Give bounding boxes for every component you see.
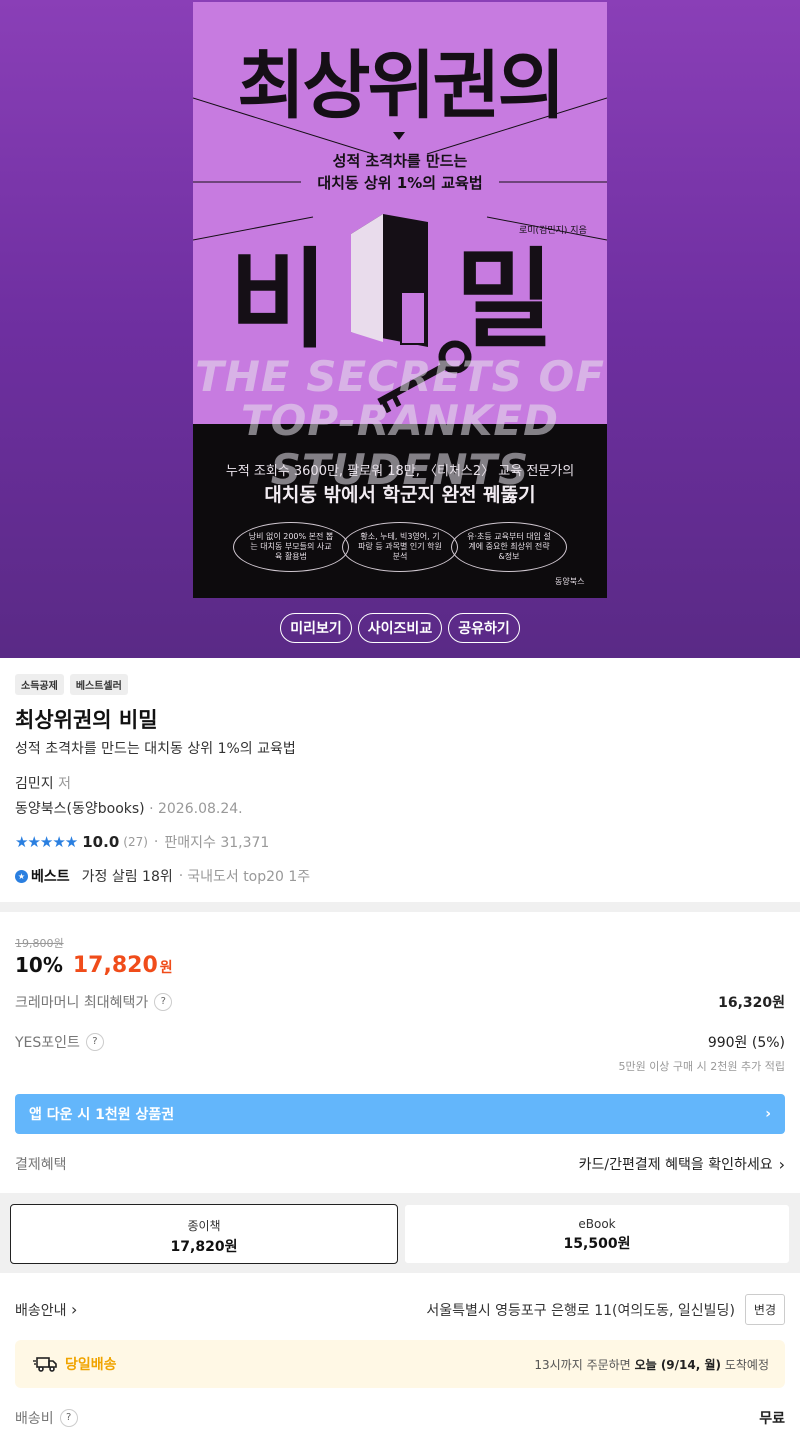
publisher-link[interactable]: 동양북스(동양books): [15, 801, 145, 817]
publish-date: 2026.08.24.: [157, 801, 243, 817]
app-coupon-banner[interactable]: 앱 다운 시 1천원 상품권 ›: [15, 1094, 785, 1134]
shipping-info-link[interactable]: 배송안내 ›: [15, 1300, 77, 1320]
author-role: 저: [58, 776, 71, 792]
review-count: (27): [123, 835, 148, 849]
shipping-address: 서울특별시 영등포구 은행로 11(여의도동, 일신빌딩): [426, 1302, 735, 1319]
hero-button-group: 미리보기 사이즈비교 공유하기: [0, 613, 800, 643]
cover-tagline1: 누적 조회수 3600만, 팔로워 18만, 〈티처스2〉 교육 전문가의: [225, 464, 575, 479]
bestseller-row[interactable]: ★ 베스트 가정 살림 18위 · 국내도서 top20 1주: [15, 866, 310, 886]
shipping-row: 배송안내 › 서울특별시 영등포구 은행로 11(여의도동, 일신빌딩) 변경: [15, 1294, 785, 1325]
cover-oval: 황소, 누테, 빅3영어, 기파랑 등 과목별 인기 학원 분석: [342, 522, 458, 572]
crema-benefit-row: 크레마머니 최대혜택가? 16,320원: [15, 992, 785, 1012]
crema-value: 16,320원: [718, 995, 785, 1011]
eta-suffix: 도착예정: [724, 1357, 769, 1372]
cover-subtitle: 성적 초격차를 만드는 대치동 상위 1%의 교육법: [193, 150, 607, 194]
yes-point-row: YES포인트? 990원 (5%): [15, 1032, 785, 1052]
discount-rate: 10%: [15, 953, 63, 977]
sale-price: 17,820: [72, 953, 158, 978]
cover-big-left: 비: [229, 237, 329, 363]
shipping-label: 배송안내: [15, 1302, 67, 1319]
shipping-fee-value: 무료: [759, 1411, 785, 1427]
payment-benefit-row: 결제혜택 카드/간편결제 혜택을 확인하세요 ›: [15, 1154, 785, 1174]
cover-triangle-icon: [393, 132, 405, 140]
format-option-paper[interactable]: 종이책 17,820원: [10, 1204, 398, 1264]
payment-benefit-link[interactable]: 카드/간편결제 혜택을 확인하세요 ›: [579, 1154, 785, 1174]
preview-button[interactable]: 미리보기: [280, 613, 352, 643]
help-icon[interactable]: ?: [59, 1409, 78, 1427]
original-price: 19,800원: [15, 937, 64, 950]
payment-label: 결제혜택: [15, 1157, 67, 1173]
cover-oval: 유·초등 교육부터 대입 설계에 중요한 최상위 전략&정보: [451, 522, 567, 572]
publisher-row: 동양북스(동양books) · 2026.08.24.: [15, 801, 243, 817]
author-link[interactable]: 김민지: [15, 776, 54, 792]
sale-price-unit: 원: [159, 960, 173, 976]
format-price: 17,820원: [170, 1239, 238, 1255]
author-row: 김민지 저: [15, 773, 71, 793]
rating-stars-icon: ★★★★★: [15, 833, 78, 851]
format-price: 15,500원: [563, 1236, 631, 1252]
eta-date: 오늘 (9/14, 월): [634, 1357, 721, 1372]
same-day-label: 당일배송: [65, 1357, 117, 1373]
cover-tagline2: 대치동 밖에서 학군지 완전 꿰뚫기: [264, 484, 536, 506]
cover-oval: 낭비 없이 200% 본전 뽑는 대치동 부모들의 사교육 활용법: [233, 522, 349, 572]
cover-subtitle-line1: 성적 초격차를 만드는: [332, 152, 468, 170]
best-label: 베스트: [31, 869, 70, 885]
best-rank: 가정 살림 18위: [81, 869, 173, 885]
cover-publisher-logo: 동양북스: [555, 577, 585, 586]
chevron-right-icon: ›: [778, 1154, 785, 1174]
best-medal-icon: ★: [15, 869, 28, 883]
shipping-fee-label: 배송비: [15, 1411, 54, 1427]
payment-link-text: 카드/간편결제 혜택을 확인하세요: [578, 1157, 773, 1173]
points-note: 5만원 이상 구매 시 2천원 추가 적립: [618, 1060, 785, 1073]
share-button[interactable]: 공유하기: [448, 613, 520, 643]
size-compare-button[interactable]: 사이즈비교: [357, 613, 443, 643]
best-extra: 국내도서 top20 1주: [187, 869, 311, 885]
help-icon[interactable]: ?: [85, 1033, 104, 1051]
chevron-right-icon: ›: [70, 1299, 78, 1319]
delivery-truck-icon: [33, 1357, 57, 1372]
cover-subtitle-line2: 대치동 상위 1%의 교육법: [317, 174, 483, 192]
bestseller-badge: 베스트셀러: [69, 674, 128, 695]
cover-english-line1: THE SECRETS OF: [195, 352, 605, 401]
tax-deduction-badge: 소득공제: [15, 674, 64, 695]
section-divider: [0, 902, 800, 912]
app-banner-text: 앱 다운 시 1천원 상품권: [29, 1107, 175, 1123]
points-value: 990원 (5%): [707, 1035, 785, 1051]
same-day-delivery-banner: 당일배송 13시까지 주문하면 오늘 (9/14, 월) 도착예정: [15, 1340, 785, 1388]
cover-author-credit: 로미(김민지) 지음: [519, 226, 587, 236]
change-address-button[interactable]: 변경: [744, 1294, 785, 1325]
eta-prefix: 13시까지 주문하면: [534, 1357, 631, 1372]
book-cover-image[interactable]: 최상위권의 성적 초격차를 만드는 대치동 상위 1%의 교육법 로미(김민지)…: [193, 2, 607, 598]
format-option-ebook[interactable]: eBook 15,500원: [404, 1204, 790, 1264]
help-icon[interactable]: ?: [154, 993, 173, 1011]
price-row: 10% 17,820 원: [15, 953, 173, 978]
rating-row[interactable]: ★★★★★ 10.0 (27) · 판매지수 31,371: [15, 832, 269, 852]
format-label: 종이책: [187, 1219, 221, 1233]
badge-list: 소득공제 베스트셀러: [15, 674, 128, 695]
shipping-fee-row: 배송비? 무료: [15, 1408, 785, 1428]
book-title: 최상위권의 비밀: [15, 708, 158, 732]
same-day-eta: 13시까지 주문하면 오늘 (9/14, 월) 도착예정: [534, 1356, 769, 1373]
sales-index: 판매지수 31,371: [164, 835, 270, 851]
points-label: YES포인트: [15, 1035, 80, 1051]
hero-section: 최상위권의 성적 초격차를 만드는 대치동 상위 1%의 교육법 로미(김민지)…: [0, 0, 800, 658]
crema-label: 크레마머니 최대혜택가: [15, 995, 149, 1011]
rating-score: 10.0: [82, 833, 120, 851]
format-label: eBook: [578, 1217, 616, 1231]
book-subtitle: 성적 초격차를 만드는 대치동 상위 1%의 교육법: [15, 741, 296, 757]
chevron-right-icon: ›: [765, 1106, 771, 1122]
cover-title: 최상위권의: [237, 43, 565, 129]
cover-big-right: 밀: [455, 237, 555, 363]
